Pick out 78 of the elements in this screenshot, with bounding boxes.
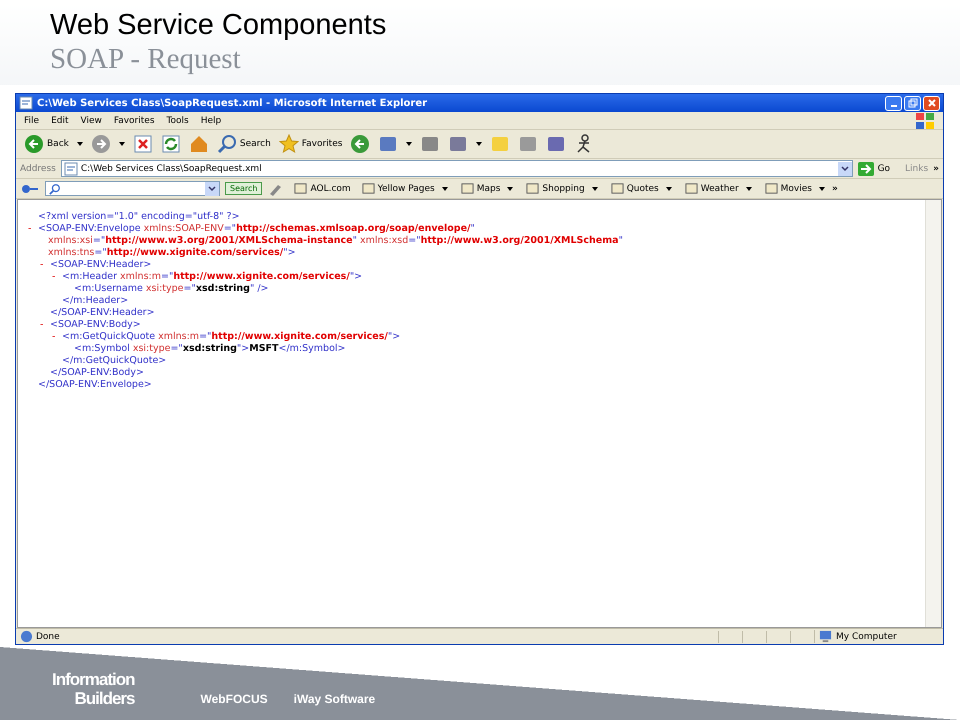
xml-line: xmlns:xsi="http://www.w3.org/2001/XMLSchema-instance" xmlns:xsd="http://www.w3.org/2001/XMLSchema" bbox=[47, 235, 624, 247]
slide-subtitle: SOAP - Request bbox=[50, 42, 242, 76]
dropdown-arrow-icon[interactable] bbox=[746, 186, 752, 190]
zone-text: My Computer bbox=[836, 632, 897, 642]
dropdown-arrow-icon[interactable] bbox=[507, 186, 514, 190]
xml-line: xmlns:tns="http://www.xignite.com/services/"> bbox=[47, 247, 297, 259]
status-text: Done bbox=[36, 632, 61, 642]
forward-icon bbox=[90, 134, 111, 154]
xml-line: </SOAP-ENV:Body> bbox=[49, 367, 145, 379]
xml-line: <?xml version="1.0" encoding="utf-8" ?> bbox=[37, 211, 241, 223]
xml-line: </m:GetQuickQuote> bbox=[61, 355, 168, 367]
xml-line: - <SOAP-ENV:Header> bbox=[39, 259, 152, 271]
toolbar-link[interactable]: Yellow Pages bbox=[362, 182, 435, 195]
favorites-icon bbox=[278, 134, 299, 154]
xml-line: </SOAP-ENV:Header> bbox=[49, 307, 156, 319]
document-icon bbox=[19, 96, 33, 110]
windows-flag-icon bbox=[915, 112, 935, 130]
toolbar-link[interactable]: Weather bbox=[684, 182, 739, 195]
footer-text: WebFOCUS bbox=[200, 692, 268, 708]
menu-item[interactable]: File bbox=[24, 116, 40, 126]
refresh-icon bbox=[160, 134, 181, 154]
toolbar-button[interactable]: Back bbox=[22, 134, 71, 154]
dropdown-arrow-icon[interactable] bbox=[118, 142, 125, 146]
go-button[interactable]: Go bbox=[858, 162, 890, 176]
minimize-icon bbox=[890, 105, 896, 107]
more-button[interactable]: » bbox=[933, 164, 939, 174]
toolbar-link[interactable]: Movies bbox=[764, 182, 812, 195]
close-icon bbox=[926, 98, 936, 108]
company-logo: Information Builders bbox=[52, 670, 134, 708]
xml-line: </SOAP-ENV:Envelope> bbox=[37, 379, 153, 391]
back-icon bbox=[24, 134, 44, 154]
toolbar-link[interactable]: Shopping bbox=[526, 182, 585, 195]
dropdown-arrow-icon[interactable] bbox=[592, 186, 598, 190]
xml-line: - <m:Header xmlns:m="http://www.xignite.com/services/"> bbox=[51, 271, 364, 283]
menu-item[interactable]: View bbox=[80, 116, 102, 126]
xml-line: - <m:GetQuickQuote xmlns:m="http://www.xignite.com/services/"> bbox=[51, 331, 402, 343]
dropdown-arrow-icon[interactable] bbox=[818, 186, 825, 190]
vertical-scrollbar[interactable] bbox=[925, 200, 941, 627]
xml-line: </m:Header> bbox=[61, 295, 130, 307]
window-title: C:\Web Services Class\SoapRequest.xml - Microsoft Internet Explorer bbox=[37, 98, 428, 108]
dropdown-arrow-icon[interactable] bbox=[76, 142, 83, 146]
toolbar-button[interactable]: Search bbox=[214, 134, 273, 154]
computer-icon bbox=[819, 630, 832, 643]
go-arrow-icon bbox=[858, 162, 874, 176]
menu-item[interactable]: Edit bbox=[51, 116, 68, 126]
minimize-button[interactable] bbox=[885, 96, 902, 110]
search-icon bbox=[216, 134, 237, 154]
more-button[interactable]: » bbox=[832, 184, 838, 194]
menu-item[interactable]: Help bbox=[200, 116, 222, 126]
xml-line: - <SOAP-ENV:Body> bbox=[39, 319, 142, 331]
dropdown-button-icon[interactable] bbox=[838, 162, 852, 176]
toolbar-link[interactable]: Quotes bbox=[610, 182, 659, 195]
menu-item[interactable]: Favorites bbox=[114, 116, 155, 126]
close-button[interactable] bbox=[923, 96, 940, 110]
dropdown-arrow-icon[interactable] bbox=[442, 186, 448, 190]
address-label: Address bbox=[20, 164, 56, 174]
restore-button[interactable] bbox=[904, 96, 921, 110]
restore-icon bbox=[908, 98, 918, 108]
search-button[interactable]: Search bbox=[225, 182, 262, 195]
xml-line: <m:Symbol xsi:type="xsd:string">MSFT</m:Symbol> bbox=[73, 343, 346, 355]
search-icon bbox=[49, 182, 61, 194]
slide-title: Web Service Components bbox=[50, 8, 388, 42]
dropdown-button-icon[interactable] bbox=[205, 182, 219, 196]
document-icon bbox=[64, 162, 78, 176]
menu-item[interactable]: Tools bbox=[166, 116, 189, 126]
xml-line: <m:Username xsi:type="xsd:string" /> bbox=[73, 283, 270, 295]
stop-icon bbox=[132, 134, 153, 154]
dropdown-arrow-icon[interactable] bbox=[406, 142, 412, 146]
toolbar-button[interactable]: Favorites bbox=[276, 134, 344, 154]
home-icon bbox=[188, 134, 209, 154]
search-field[interactable] bbox=[45, 181, 220, 196]
dropdown-arrow-icon[interactable] bbox=[476, 142, 482, 146]
footer-text: iWay Software bbox=[294, 692, 376, 708]
toolbar-link[interactable]: Maps bbox=[460, 182, 500, 195]
toolbar-link[interactable]: AOL.com bbox=[294, 182, 351, 195]
address-field[interactable]: C:\Web Services Class\SoapRequest.xml bbox=[60, 160, 853, 177]
xml-line: - <SOAP-ENV:Envelope xmlns:SOAP-ENV="http://schemas.xmlsoap.org/soap/envelope/" bbox=[27, 223, 476, 235]
dropdown-arrow-icon[interactable] bbox=[666, 186, 672, 190]
